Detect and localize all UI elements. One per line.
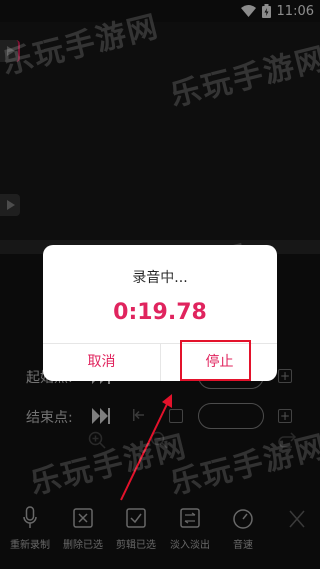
annotation-arrow xyxy=(120,394,172,501)
